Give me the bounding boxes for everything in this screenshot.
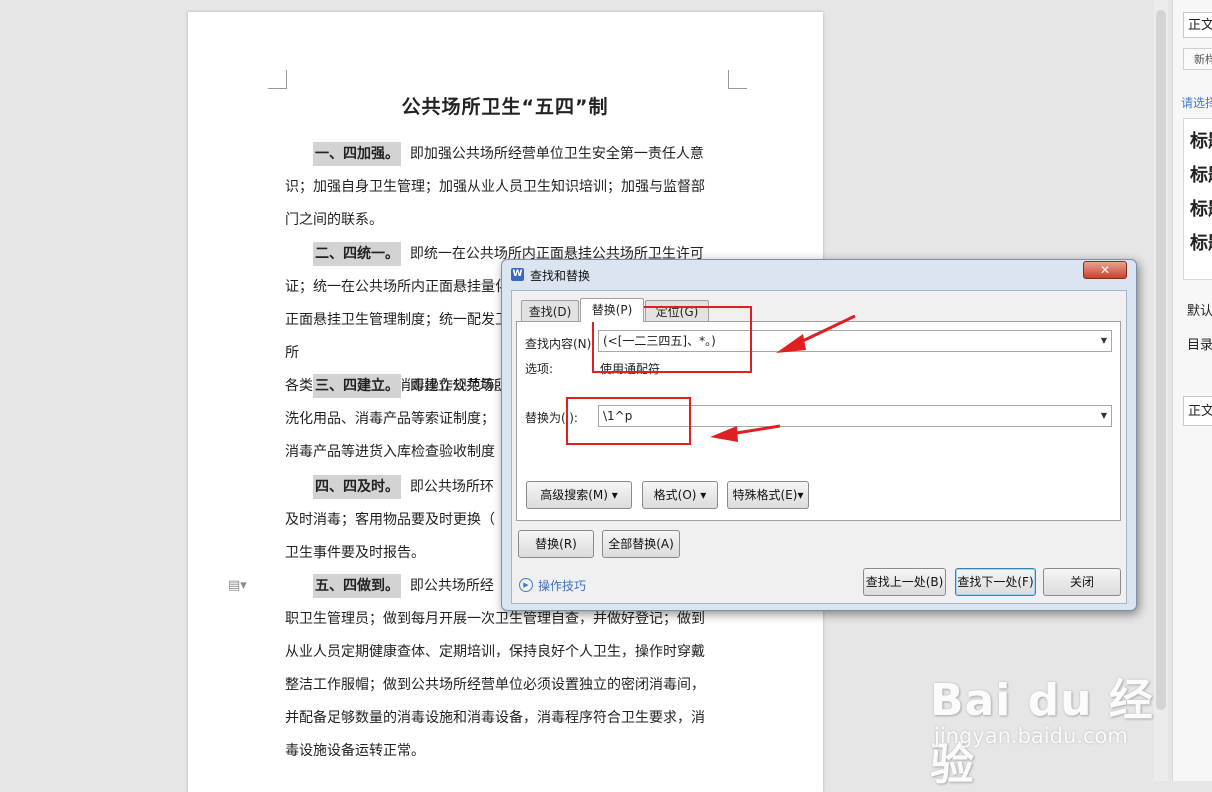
tab-replace[interactable]: 替换(P) [580,298,644,322]
annotation-arrow-find [776,314,856,353]
baidu-jingyan-watermark: Bai du 经验 jingyan.baidu.com [928,660,1158,790]
watermark-url: jingyan.baidu.com [934,724,1128,748]
annotation-arrow-replace [710,424,781,442]
